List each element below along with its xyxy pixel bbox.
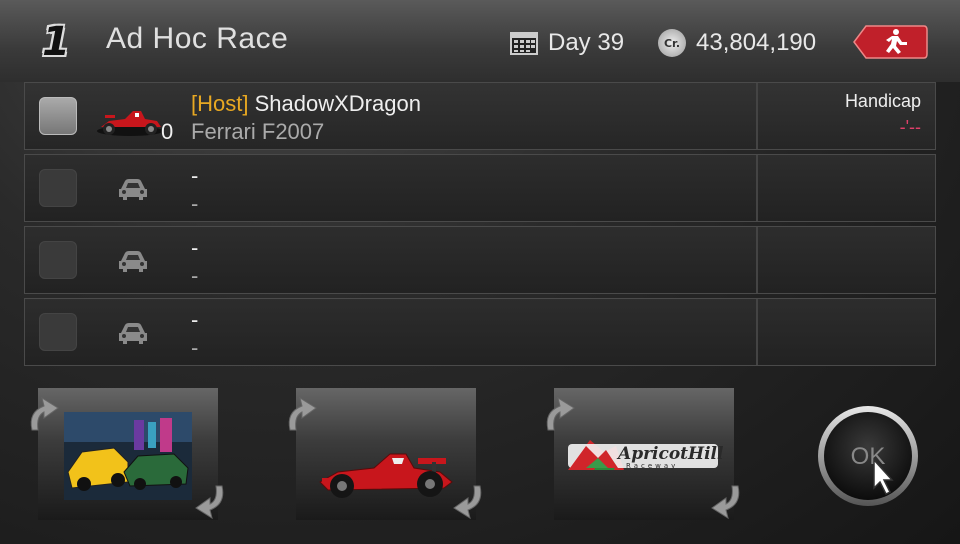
car-name: - — [191, 335, 199, 360]
handicap-label: Handicap — [844, 91, 921, 111]
ready-checkbox — [39, 169, 77, 207]
row-divider — [756, 155, 758, 221]
car-selector[interactable] — [288, 388, 482, 520]
player-name: ShadowXDragon — [254, 91, 421, 116]
host-tag: [Host] — [191, 91, 249, 116]
player-name: - — [191, 163, 199, 188]
player-row-empty: - - — [24, 154, 936, 222]
player-name-line: [Host] ShadowXDragon — [191, 91, 421, 117]
car-name: - — [191, 263, 199, 288]
apricot-hill-logo: ApricotHill Raceway — [568, 440, 724, 470]
cycle-arrow-icon — [288, 396, 317, 431]
ok-button[interactable]: OK — [816, 404, 920, 508]
cycle-arrow-icon — [30, 396, 59, 431]
car-name: Ferrari F2007 — [191, 119, 325, 144]
cycle-arrow-icon — [195, 485, 224, 520]
race-mode-thumbnail — [64, 412, 192, 500]
credits-icon: Cr. — [658, 29, 686, 57]
player-row-host[interactable]: 0 [Host] ShadowXDragon Ferrari F2007 Han… — [24, 82, 936, 150]
player-row-empty: - - — [24, 226, 936, 294]
player-name: - — [191, 307, 199, 332]
cycle-arrow-icon — [546, 396, 575, 431]
cycle-arrow-icon — [711, 485, 740, 520]
cycle-arrow-icon — [453, 485, 482, 520]
empty-car-icon — [119, 323, 147, 344]
row-divider — [756, 83, 758, 149]
calendar-icon — [510, 32, 538, 55]
day-text: Day 39 — [548, 29, 625, 56]
empty-car-icon — [119, 251, 147, 272]
ready-checkbox — [39, 241, 77, 279]
car-name: - — [191, 191, 199, 216]
car-number: 0 — [161, 119, 174, 144]
track-logo-sub: Raceway — [626, 462, 678, 470]
empty-car-icon — [119, 179, 147, 200]
top-bar: 1 Ad Hoc Race Day 39 Cr. 43,804,190 — [0, 0, 960, 82]
track-logo-name: ApricotHill — [616, 444, 724, 464]
game-logo-number: 1 — [42, 19, 70, 65]
row-divider — [756, 227, 758, 293]
track-selector[interactable]: ApricotHill Raceway — [546, 388, 740, 520]
player-row-empty: - - — [24, 298, 936, 366]
f1-car-thumbnail — [97, 111, 163, 136]
exit-button[interactable] — [852, 24, 928, 60]
day-indicator: Day 39 — [510, 26, 624, 60]
ready-checkbox — [39, 313, 77, 351]
race-mode-selector[interactable] — [30, 388, 224, 520]
ready-checkbox[interactable] — [39, 97, 77, 135]
page-title: Ad Hoc Race — [106, 22, 289, 55]
handicap-value: -'-- — [899, 117, 921, 137]
row-divider — [756, 299, 758, 365]
credits-text: 43,804,190 — [696, 29, 817, 56]
credits-indicator: Cr. 43,804,190 — [658, 26, 816, 60]
f1-car-image — [319, 453, 453, 498]
player-name: - — [191, 235, 199, 260]
player-list: 0 [Host] ShadowXDragon Ferrari F2007 Han… — [24, 82, 936, 370]
